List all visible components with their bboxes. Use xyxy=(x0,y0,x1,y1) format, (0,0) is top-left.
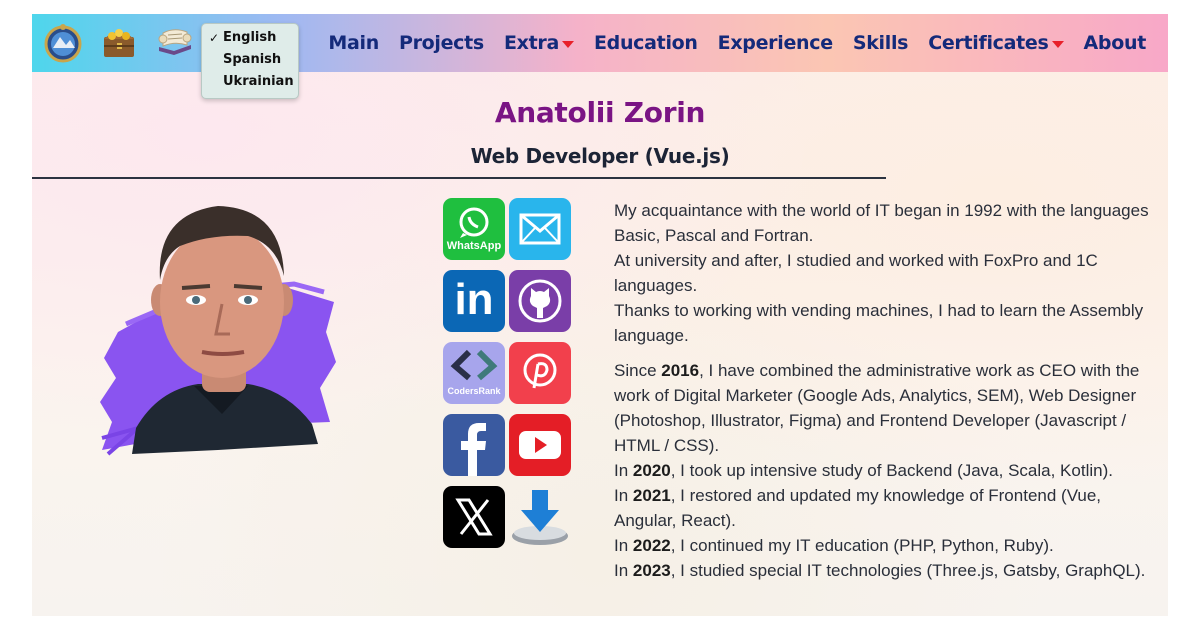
bio-line: My acquaintance with the world of IT beg… xyxy=(614,201,1149,245)
caret-down-icon xyxy=(561,41,574,48)
bio-text-span: In xyxy=(614,536,633,555)
language-option-ukrainian[interactable]: Ukrainian xyxy=(202,72,298,92)
download-icon[interactable] xyxy=(509,486,571,548)
treasure-chest-icon[interactable] xyxy=(98,21,140,63)
nav-skills-label: Skills xyxy=(852,32,909,54)
nav-experience-label: Experience xyxy=(717,32,833,54)
bio-text-span: In xyxy=(614,486,633,505)
nav-education-label: Education xyxy=(593,32,698,54)
x-twitter-icon[interactable] xyxy=(443,486,505,548)
year-2022: 2022 xyxy=(632,536,671,555)
bio-line: Thanks to working with vending machines,… xyxy=(614,301,1144,345)
caret-down-icon xyxy=(1051,41,1064,48)
email-icon[interactable] xyxy=(509,198,571,260)
bio-text-span: In xyxy=(614,561,633,580)
profile-name: Anatolii Zorin xyxy=(494,96,706,129)
bio-text-span: In xyxy=(614,461,633,480)
nav-extra-label: Extra xyxy=(503,32,559,54)
nav-experience[interactable]: Experience xyxy=(718,32,833,54)
whatsapp-label: WhatsApp xyxy=(446,240,502,252)
language-option-spanish[interactable]: Spanish xyxy=(202,50,298,70)
bio-line-2020: In 2020, I took up intensive study of Ba… xyxy=(614,458,1162,483)
codersrank-label: CodersRank xyxy=(447,386,501,396)
nav-projects[interactable]: Projects xyxy=(399,32,484,54)
nav-projects-label: Projects xyxy=(398,32,484,54)
nav-skills[interactable]: Skills xyxy=(852,32,909,54)
bio-intro: My acquaintance with the world of IT beg… xyxy=(614,198,1162,348)
facebook-icon[interactable] xyxy=(443,414,505,476)
year-2020: 2020 xyxy=(632,461,671,480)
main-nav: Main Projects Extra Education Experience… xyxy=(308,14,1146,72)
bio-line: At university and after, I studied and w… xyxy=(614,251,1098,295)
pinterest-icon[interactable] xyxy=(509,342,571,404)
linkedin-text: in xyxy=(454,275,494,324)
bio-line-2016: Since 2016, I have combined the administ… xyxy=(614,358,1162,458)
nav-education[interactable]: Education xyxy=(594,32,698,54)
bio-text-span: , I studied special IT technologies (Thr… xyxy=(670,561,1146,580)
nav-certificates[interactable]: Certificates xyxy=(928,32,1064,54)
bio-line-2023: In 2023, I studied special IT technologi… xyxy=(614,558,1162,583)
nav-main[interactable]: Main xyxy=(328,32,379,54)
bio-text-span: , I continued my IT education (PHP, Pyth… xyxy=(670,536,1054,555)
bio-text-span: Since xyxy=(614,361,662,380)
social-links: WhatsApp in CodersRank xyxy=(443,198,573,548)
nav-certificates-label: Certificates xyxy=(928,32,1049,54)
language-option-english[interactable]: ✓ English xyxy=(202,28,298,48)
page: Main Projects Extra Education Experience… xyxy=(32,14,1168,616)
divider xyxy=(32,177,886,179)
language-option-label: English xyxy=(223,30,277,45)
codersrank-icon[interactable]: CodersRank xyxy=(443,342,505,404)
profile-photo xyxy=(98,192,338,464)
language-option-label: Ukrainian xyxy=(223,74,294,89)
nav-extra[interactable]: Extra xyxy=(504,32,574,54)
nav-main-label: Main xyxy=(328,32,379,54)
language-option-label: Spanish xyxy=(223,52,282,67)
year-2023: 2023 xyxy=(632,561,671,580)
globe-logo-icon[interactable] xyxy=(42,21,84,63)
scroll-book-icon[interactable] xyxy=(154,21,196,63)
bio-text-span: , I restored and updated my knowledge of… xyxy=(614,486,1102,530)
language-dropdown[interactable]: ✓ English Spanish Ukrainian xyxy=(201,23,299,99)
bio-text: My acquaintance with the world of IT beg… xyxy=(614,198,1162,583)
bio-line-2021: In 2021, I restored and updated my knowl… xyxy=(614,483,1162,533)
checkmark-icon: ✓ xyxy=(209,31,220,45)
year-2016: 2016 xyxy=(661,361,700,380)
youtube-icon[interactable] xyxy=(509,414,571,476)
whatsapp-icon[interactable]: WhatsApp xyxy=(443,198,505,260)
bio-text-span: , I took up intensive study of Backend (… xyxy=(670,461,1113,480)
year-2021: 2021 xyxy=(632,486,671,505)
nav-about[interactable]: About xyxy=(1083,32,1147,54)
linkedin-icon[interactable]: in xyxy=(443,270,505,332)
nav-about-label: About xyxy=(1083,32,1147,54)
github-icon[interactable] xyxy=(509,270,571,332)
profile-role: Web Developer (Vue.js) xyxy=(470,144,730,168)
bio-line-2022: In 2022, I continued my IT education (PH… xyxy=(614,533,1162,558)
